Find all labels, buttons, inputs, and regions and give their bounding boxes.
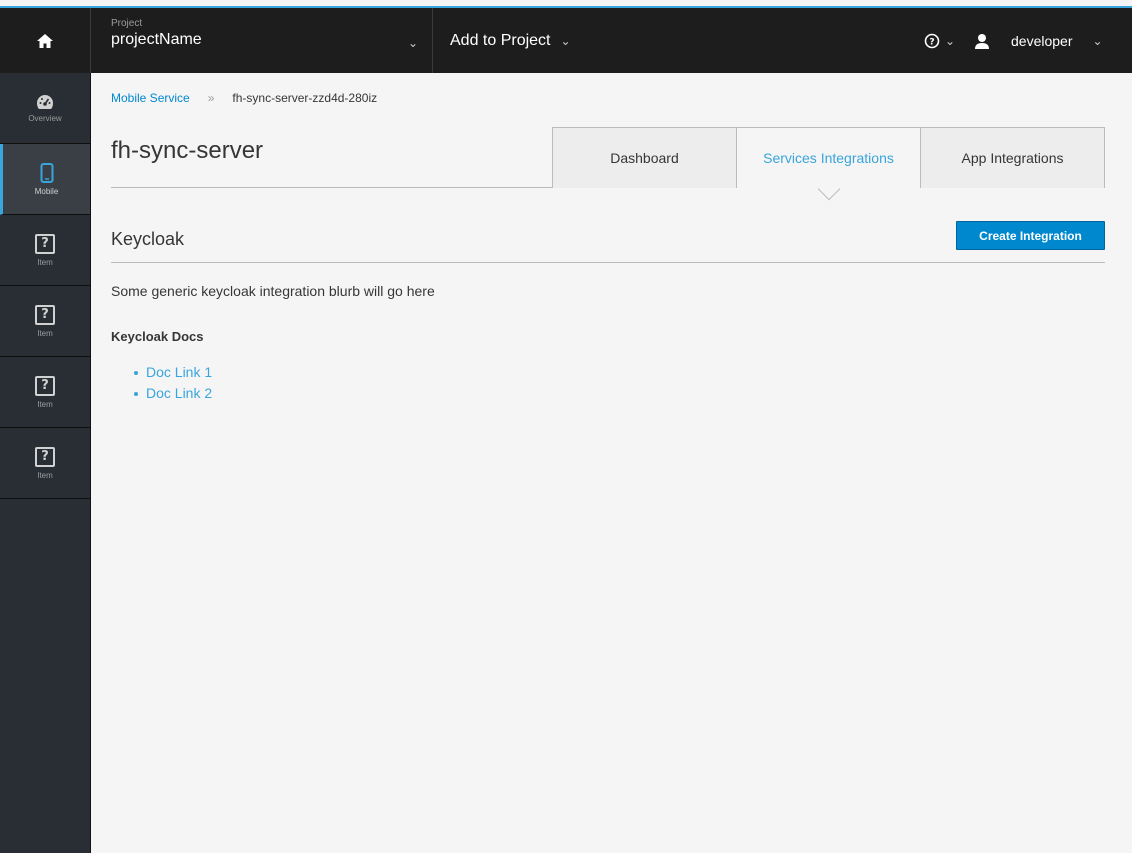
bullet-icon <box>134 391 138 396</box>
username: developer <box>1011 32 1073 49</box>
chevron-down-icon: ⌄ <box>560 33 571 48</box>
breadcrumb: Mobile Service » fh-sync-server-zzd4d-28… <box>111 91 377 105</box>
create-integration-button[interactable]: Create Integration <box>956 221 1105 250</box>
active-tab-pointer <box>817 177 840 201</box>
home-icon <box>37 33 53 48</box>
question-icon: ? <box>35 304 55 325</box>
user-icon <box>975 33 989 49</box>
nav-item-label: Item <box>37 257 53 267</box>
user-menu[interactable]: developer ⌄ <box>975 8 1103 73</box>
tab-dashboard[interactable]: Dashboard <box>552 127 737 188</box>
nav-item-mobile[interactable]: Mobile <box>0 144 90 215</box>
nav-item-label: Item <box>37 470 53 480</box>
tab-bar: Dashboard Services Integrations App Inte… <box>552 127 1105 201</box>
keycloak-section-header: Keycloak Create Integration <box>111 219 1105 263</box>
nav-item-label: Item <box>37 328 53 338</box>
main-content: Mobile Service » fh-sync-server-zzd4d-28… <box>91 73 1132 853</box>
nav-item-generic[interactable]: ? Item <box>0 357 90 428</box>
chevron-down-icon: ⌄ <box>1092 33 1103 48</box>
question-icon: ? <box>35 446 55 467</box>
breadcrumb-link-mobile-service[interactable]: Mobile Service <box>111 91 190 105</box>
nav-item-generic[interactable]: ? Item <box>0 286 90 357</box>
bullet-icon <box>134 370 138 375</box>
tab-label: Services Integrations <box>763 150 894 166</box>
nav-item-generic[interactable]: ? Item <box>0 428 90 499</box>
project-name: projectName <box>111 31 202 48</box>
page-title: fh-sync-server <box>111 137 264 164</box>
tab-app-integrations[interactable]: App Integrations <box>920 127 1105 188</box>
tab-services-integrations[interactable]: Services Integrations <box>736 127 921 201</box>
project-selector[interactable]: Project projectName ⌄ <box>91 8 433 73</box>
integration-blurb: Some generic keycloak integration blurb … <box>111 283 435 299</box>
section-title: Keycloak <box>111 229 185 249</box>
doc-link[interactable]: Doc Link 1 <box>134 362 212 383</box>
nav-item-label: Item <box>37 399 53 409</box>
nav-item-overview[interactable]: Overview <box>0 73 90 144</box>
doc-link-label: Doc Link 1 <box>146 364 213 380</box>
nav-item-generic[interactable]: ? Item <box>0 215 90 286</box>
mobile-icon <box>40 162 53 183</box>
masthead: Project projectName ⌄ Add to Project ⌄ ?… <box>0 6 1132 73</box>
chevron-down-icon: ⌄ <box>945 33 956 48</box>
nav-item-label: Overview <box>28 113 62 123</box>
docs-heading: Keycloak Docs <box>111 329 204 344</box>
breadcrumb-separator: » <box>207 91 215 105</box>
add-to-project-label: Add to Project <box>450 31 551 49</box>
nav-item-label: Mobile <box>34 186 59 196</box>
doc-links: Doc Link 1 Doc Link 2 <box>134 362 212 404</box>
home-button[interactable] <box>0 8 91 73</box>
vertical-nav: Overview Mobile ? Item ? Item ? Item ? I… <box>0 73 91 853</box>
dashboard-icon <box>37 94 53 109</box>
doc-link[interactable]: Doc Link 2 <box>134 383 212 404</box>
help-menu[interactable]: ? ⌄ <box>924 8 955 73</box>
project-label: Project <box>111 18 143 29</box>
svg-text:?: ? <box>929 37 934 47</box>
question-icon: ? <box>35 233 55 254</box>
doc-link-label: Doc Link 2 <box>146 385 213 401</box>
question-icon: ? <box>35 375 55 396</box>
breadcrumb-current: fh-sync-server-zzd4d-280iz <box>232 91 378 105</box>
page-header: fh-sync-server Dashboard Services Integr… <box>111 127 1105 201</box>
add-to-project-menu[interactable]: Add to Project ⌄ <box>450 8 571 73</box>
chevron-down-icon: ⌄ <box>407 36 418 50</box>
help-icon: ? <box>924 33 940 48</box>
